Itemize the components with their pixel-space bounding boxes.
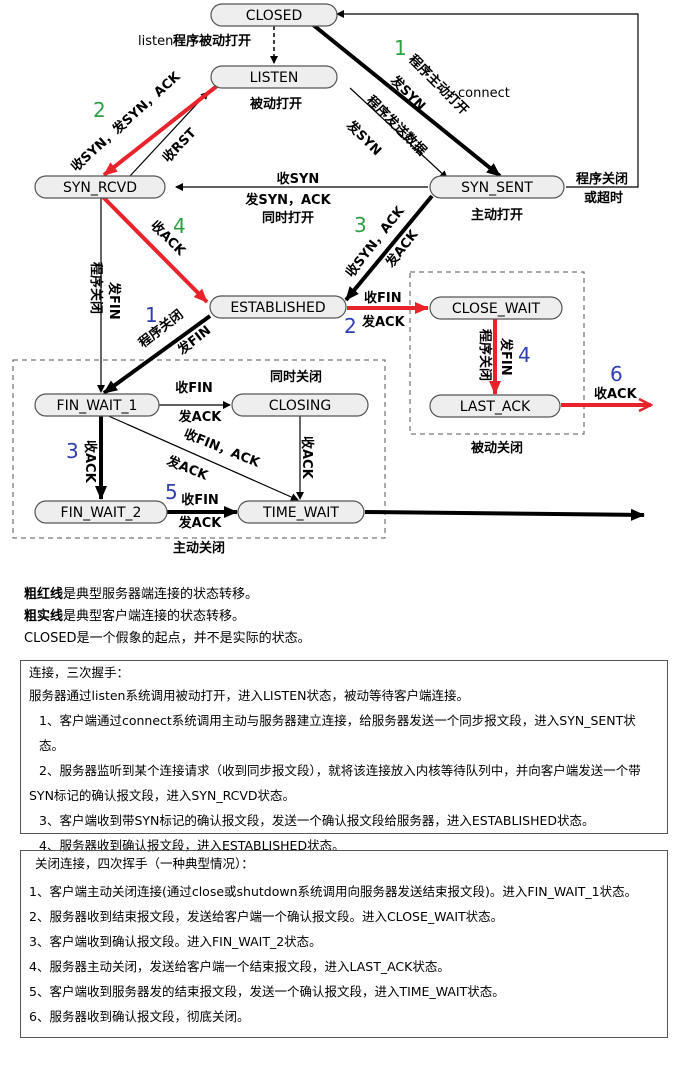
note-black-bold: 粗实线 [24,609,64,624]
handshake-box: 连接，三次握手： 服务器通过listen系统调用被动打开，进入LISTEN状态，… [20,660,668,853]
label-passive-open: 被动打开 [249,96,302,112]
state-fin-wait-2-label: FIN_WAIT_2 [61,505,142,521]
step-number-blue-4: 4 [518,343,531,367]
handshake-step-3: 3、客户端收到带SYN标记的确认报文段，发送一个确认报文段给服务器，进入ESTA… [39,813,595,828]
label-active-open: 主动打开 [471,207,523,223]
label-send-syn-2: 发SYN [342,117,384,159]
state-close-wait-label: CLOSE_WAIT [452,301,541,317]
state-listen-label: LISTEN [250,70,299,86]
label-recv-rst: 收RST [159,125,199,166]
label-listen-en: listen [138,34,173,49]
step-number-blue-3: 3 [66,439,79,463]
client-path-timewait-exit [364,508,645,521]
state-fin-wait-1: FIN_WAIT_1 [34,393,160,417]
note-closed: CLOSED是一个假象的起点，并不是实际的状态。 [24,631,311,646]
label-send-fin-left: 发FIN [106,281,122,320]
label-fw2-send-ack: 发ACK [178,515,223,531]
label-recv-syn: 收SYN [277,171,320,187]
handshake-title: 连接，三次握手： [29,665,130,680]
label-prog-close: 程序关闭 [576,171,628,187]
state-syn-sent: SYN_SENT [429,175,565,199]
tcp-state-diagram: CLOSED LISTEN SYN_RCVD SYN_SENT ESTABLIS… [12,3,686,556]
handshake-step-2b: SYN标记的确认报文段，进入SYN_RCVD状态。 [29,788,296,803]
label-or-timeout: 或超时 [584,190,623,206]
teardown-step-6: 6、服务器收到确认报文段，彻底关闭。 [29,1009,250,1024]
finwait1-to-timewait-arrow [103,413,299,501]
label-passive-close: 被动关闭 [470,440,523,456]
state-fin-wait-2: FIN_WAIT_2 [34,500,168,524]
note-black-rest: 是典型客户端连接的状态转移。 [63,609,246,624]
teardown-step-1: 1、客户端主动关闭连接(通过close或shutdown系统调用向服务器发送结束… [29,884,638,899]
label-recv-ack-3: 收ACK [82,440,98,484]
step-number-blue-2: 2 [344,314,357,338]
label-send-fin-cw: 发FIN [498,337,514,376]
state-established-label: ESTABLISHED [230,300,325,316]
state-syn-sent-label: SYN_SENT [461,180,533,196]
state-close-wait: CLOSE_WAIT [429,296,563,320]
label-prog-close-cw: 程序关闭 [477,329,493,381]
step-number-green-4: 4 [173,214,186,238]
state-last-ack-label: LAST_ACK [460,399,531,415]
state-listen: LISTEN [210,65,338,89]
step-number-green-2: 2 [93,98,106,122]
label-connect: connect [458,86,510,101]
note-black-line: 粗实线是典型客户端连接的状态转移。 [24,606,311,627]
state-last-ack: LAST_ACK [429,394,561,418]
state-closed: CLOSED [210,3,338,27]
note-red-rest: 是典型服务器端连接的状态转移。 [63,587,259,602]
state-time-wait-label: TIME_WAIT [262,505,339,521]
label-recv-ack-6: 收ACK [594,386,638,402]
label-prog-close-left: 程序关闭 [88,262,104,314]
step-number-blue-5: 5 [165,480,178,504]
label-fw1-recv-fin: 收FIN [175,380,213,396]
teardown-title: 关闭连接，四次挥手（一种典型情况）： [35,856,254,871]
step-number-blue-6: 6 [610,362,623,386]
state-fin-wait-1-label: FIN_WAIT_1 [57,398,138,414]
teardown-step-3: 3、客户端收到确认报文段。进入FIN_WAIT_2状态。 [29,934,322,949]
state-closing-label: CLOSING [269,398,331,414]
note-red-bold: 粗红线 [24,587,64,602]
label-fw2-recv-fin: 收FIN [181,492,219,508]
handshake-step-2a: 2、服务器监听到某个连接请求（收到同步报文段），就将该连接放入内核等待队列中，并… [39,763,641,778]
state-closed-label: CLOSED [246,8,303,24]
step-number-green-3: 3 [354,213,367,237]
label-send-syn-ack: 发SYN，ACK [244,192,331,208]
legend-notes: 粗红线是典型服务器端连接的状态转移。 粗实线是典型客户端连接的状态转移。 CLO… [24,584,311,650]
label-active-close: 主动关闭 [173,540,225,556]
label-simultaneous-close: 同时关闭 [270,369,322,385]
label-simultaneous-open: 同时打开 [262,210,314,226]
state-syn-rcvd: SYN_RCVD [34,175,166,199]
state-closing: CLOSING [231,393,369,417]
step-number-green-1: 1 [394,36,407,60]
state-syn-rcvd-label: SYN_RCVD [63,180,137,196]
label-listen-cn: 程序被动打开 [173,33,251,49]
teardown-step-5: 5、客户端收到服务器发的结束报文段，发送一个确认报文段，进入TIME_WAIT状… [29,984,505,999]
teardown-step-2: 2、服务器收到结束报文段，发送给客户端一个确认报文段。进入CLOSE_WAIT状… [29,909,504,924]
step-number-blue-1: 1 [145,303,158,327]
state-established: ESTABLISHED [209,295,347,319]
label-fw1-send-ack: 发ACK [178,409,223,425]
label-recv-fin: 收FIN [364,290,402,306]
teardown-step-4: 4、服务器主动关闭，发送给客户端一个结束报文段，进入LAST_ACK状态。 [29,959,450,974]
note-red-line: 粗红线是典型服务器端连接的状态转移。 [24,584,311,605]
handshake-intro: 服务器通过listen系统调用被动打开，进入LISTEN状态，被动等待客户端连接… [29,688,469,703]
handshake-step-1: 1、客户端通过connect系统调用主动与服务器建立连接，给服务器发送一个同步报… [39,713,636,753]
teardown-box: 关闭连接，四次挥手（一种典型情况）： 1、客户端主动关闭连接(通过close或s… [20,850,668,1038]
label-send-ack-est: 发ACK [361,314,406,330]
state-time-wait: TIME_WAIT [237,500,365,524]
label-closing-recv-ack: 收ACK [299,436,315,480]
